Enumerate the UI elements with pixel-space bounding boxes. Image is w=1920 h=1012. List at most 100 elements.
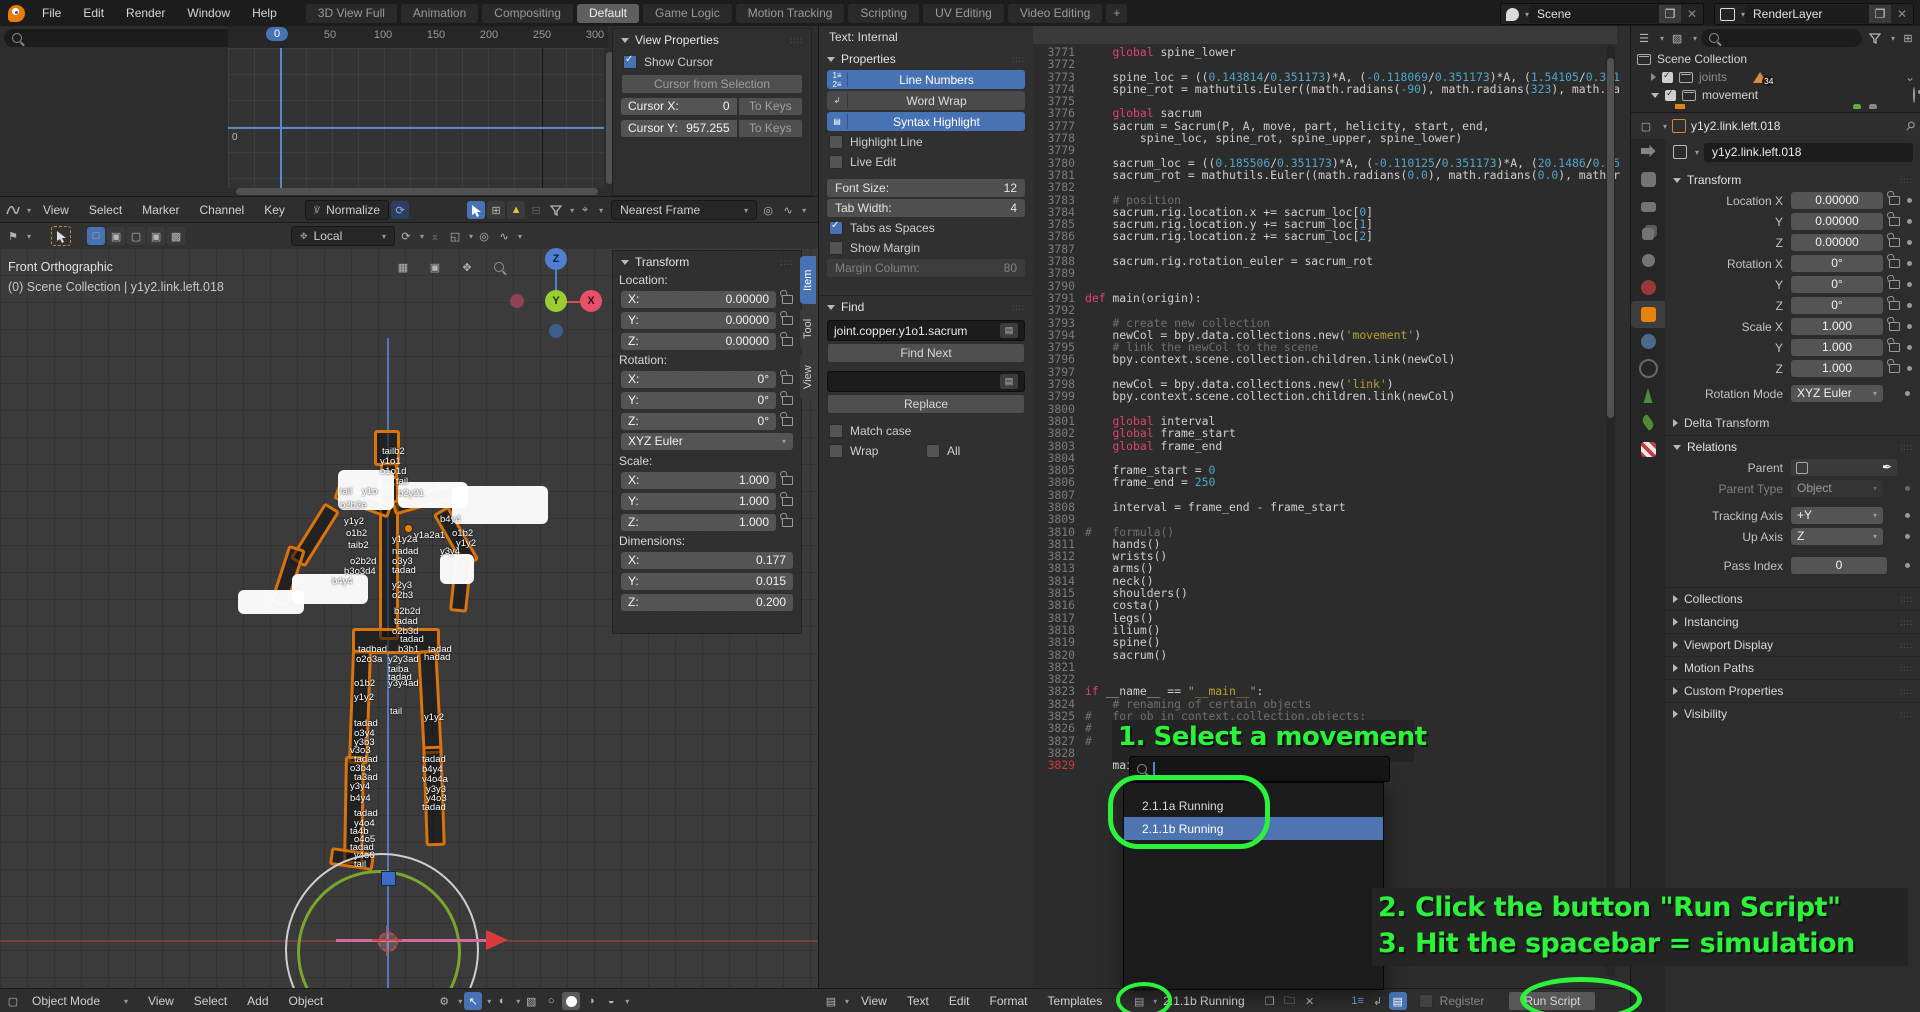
code-vscrollbar[interactable]	[1606, 46, 1615, 976]
graph-hscrollbar[interactable]	[236, 188, 598, 195]
animate-dot-icon[interactable]	[1907, 366, 1912, 371]
show-gizmo-icon[interactable]: ↖	[464, 992, 482, 1010]
lock-icon[interactable]	[1889, 280, 1900, 289]
pass-index-row[interactable]: Pass Index 0	[1665, 556, 1920, 575]
syntax-highlight-toggle[interactable]: ▤ Syntax Highlight	[827, 112, 1025, 131]
lock-icon[interactable]	[782, 497, 793, 506]
value-field[interactable]: Y:0.00000	[621, 312, 776, 329]
cursor-x-field[interactable]: Cursor X: 0	[621, 98, 737, 115]
proportional-falloff-icon[interactable]: ∿	[495, 227, 513, 245]
replace-button[interactable]: Replace	[827, 394, 1025, 414]
object-name-field[interactable]: y1y2.link.left.018	[1704, 143, 1913, 162]
lock-icon[interactable]	[782, 396, 793, 405]
highlight-line-checkbox[interactable]: Highlight Line	[829, 133, 1023, 151]
proportional-editing-icon[interactable]: ◎	[475, 227, 493, 245]
cursor-from-selection-button[interactable]: Cursor from Selection	[621, 74, 803, 94]
outliner-funnel-icon[interactable]	[1866, 29, 1884, 47]
lock-icon[interactable]	[1889, 217, 1900, 226]
text-menu-view[interactable]: View	[851, 994, 897, 1008]
add-layout-tab[interactable]: +	[1106, 4, 1127, 23]
register-checkbox[interactable]: Register	[1419, 992, 1485, 1010]
panel-grip-icon[interactable]: ::::	[1900, 443, 1913, 452]
sidebar-tab-item[interactable]: Item	[800, 256, 816, 304]
footer-word-wrap-icon[interactable]: ↲	[1369, 992, 1387, 1010]
camera-view-icon[interactable]: ▣	[426, 258, 444, 276]
lock-icon[interactable]	[782, 337, 793, 346]
visibility-checkbox[interactable]	[1662, 72, 1673, 83]
find-next-button[interactable]: Find Next	[827, 343, 1025, 363]
menu-file[interactable]: File	[31, 0, 72, 26]
scene-copy-button[interactable]: ❐	[1659, 5, 1681, 23]
move-x-handle-line[interactable]	[336, 939, 486, 942]
axis-x-ball[interactable]: X	[580, 290, 602, 312]
footer-line-numbers-icon[interactable]: 1≡	[1349, 992, 1367, 1010]
axis-z-ball[interactable]: Z	[545, 248, 567, 270]
value-field[interactable]: Z:0.200	[621, 594, 793, 611]
panel-grip-icon[interactable]: ::::	[780, 258, 793, 267]
expand-arrow-icon[interactable]	[1651, 73, 1656, 81]
value-field[interactable]: Z:0°	[621, 413, 776, 430]
snap-target-icon[interactable]: ◱	[446, 227, 464, 245]
unlink-text-icon[interactable]: ✕	[1301, 992, 1319, 1010]
viewport-menu-select[interactable]: Select	[184, 994, 237, 1008]
lock-icon[interactable]	[1889, 322, 1900, 331]
scene-unlink-button[interactable]: ✕	[1681, 5, 1703, 23]
new-text-icon[interactable]: ❐	[1261, 992, 1279, 1010]
viewport-menu-add[interactable]: Add	[237, 994, 278, 1008]
animate-dot-icon[interactable]	[1907, 282, 1912, 287]
animate-dot-icon[interactable]	[1907, 261, 1912, 266]
select-mode-invert-icon[interactable]: ▣	[147, 227, 165, 245]
tweak-tool-icon[interactable]	[467, 201, 485, 219]
new-collection-icon[interactable]: ⊞	[1899, 29, 1917, 47]
panel-grip-icon[interactable]: ::::	[1900, 641, 1913, 650]
select-mode-subtract-icon[interactable]: ▢	[127, 227, 145, 245]
viewport-3d[interactable]: Front Orthographic (0) Scene Collection …	[0, 248, 818, 988]
live-edit-checkbox[interactable]: Live Edit	[829, 153, 1023, 171]
lock-icon[interactable]	[1889, 343, 1900, 352]
font-size-field[interactable]: Font Size: 12	[827, 179, 1025, 197]
text-menu-text[interactable]: Text	[897, 994, 939, 1008]
text-menu-templates[interactable]: Templates	[1038, 994, 1113, 1008]
line-numbers-toggle[interactable]: 1≡2≡ Line Numbers	[827, 70, 1025, 89]
pivot-center-icon[interactable]: ⌖	[576, 201, 594, 219]
lock-icon[interactable]	[1889, 259, 1900, 268]
graph-menu-key[interactable]: Key	[254, 203, 295, 217]
prop-value-field[interactable]: 1.000	[1791, 339, 1883, 356]
relations-section[interactable]: Relations ::::	[1665, 435, 1920, 458]
section-visibility[interactable]: Visibility::::	[1665, 702, 1920, 725]
axis-gizmo[interactable]: Z Y X	[500, 248, 610, 348]
xray-toggle-icon[interactable]: ▧	[522, 992, 540, 1010]
transform-orientation-dropdown[interactable]: ✥ Local ▾	[291, 226, 395, 246]
auto-snap-dropdown[interactable]: Nearest Frame ▾	[611, 200, 757, 220]
replace-input[interactable]: ▤	[827, 371, 1025, 392]
animate-dot-icon[interactable]	[1905, 391, 1910, 396]
tab-physics[interactable]	[1631, 355, 1665, 382]
proportional-edit-icon[interactable]: ◎	[759, 201, 777, 219]
tab-tool[interactable]	[1631, 139, 1665, 166]
prop-value-field[interactable]: 0°	[1791, 276, 1883, 293]
open-text-icon[interactable]: 🗀	[1281, 992, 1299, 1010]
outliner-row-movement[interactable]: movement	[1631, 86, 1920, 104]
show-cursor-checkbox[interactable]: Show Cursor	[623, 53, 801, 71]
lock-icon[interactable]	[782, 316, 793, 325]
collapse-arrow-icon[interactable]	[1651, 93, 1659, 98]
value-field[interactable]: Y:1.000	[621, 493, 776, 510]
collapse-arrow-icon[interactable]	[827, 305, 835, 310]
tab-output[interactable]	[1631, 193, 1665, 220]
section-custom-properties[interactable]: Custom Properties::::	[1665, 679, 1920, 702]
animate-dot-icon[interactable]	[1907, 303, 1912, 308]
gizmo-handle-square[interactable]	[381, 871, 396, 886]
panel-grip-icon[interactable]: ::::	[1012, 303, 1025, 312]
text-menu-format[interactable]: Format	[980, 994, 1038, 1008]
frame-ruler[interactable]: 050100150200250300	[228, 26, 608, 48]
layout-tab-compositing[interactable]: Compositing	[482, 4, 573, 23]
layout-tab-video-editing[interactable]: Video Editing	[1008, 4, 1103, 23]
outliner-search-input[interactable]	[1701, 29, 1862, 47]
panel-grip-icon[interactable]: ::::	[1900, 618, 1913, 627]
viewport-menu-object[interactable]: Object	[279, 994, 334, 1008]
prop-value-field[interactable]: 0.00000	[1791, 192, 1883, 209]
panel-grip-icon[interactable]: ::::	[1900, 664, 1913, 673]
render-layer-delete-button[interactable]: ✕	[1891, 5, 1913, 23]
properties-context-icon[interactable]: ▢	[1637, 117, 1655, 135]
delta-transform-section[interactable]: Delta Transform	[1665, 411, 1920, 435]
